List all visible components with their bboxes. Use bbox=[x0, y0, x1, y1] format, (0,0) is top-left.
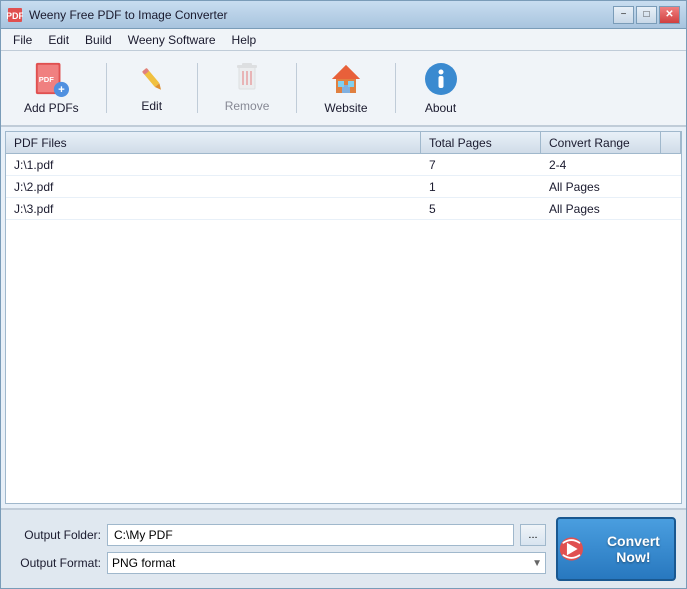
svg-text:+: + bbox=[58, 84, 65, 96]
menu-file[interactable]: File bbox=[5, 31, 40, 49]
output-format-row: Output Format: PNG format JPG format BMP… bbox=[11, 552, 546, 574]
close-button[interactable]: ✕ bbox=[659, 6, 680, 24]
file-table: PDF Files Total Pages Convert Range J:\1… bbox=[5, 131, 682, 504]
output-folder-label: Output Folder: bbox=[11, 528, 101, 542]
remove-label: Remove bbox=[225, 99, 270, 113]
minimize-button[interactable]: − bbox=[613, 6, 634, 24]
remove-button[interactable]: Remove bbox=[212, 56, 283, 120]
output-format-label: Output Format: bbox=[11, 556, 101, 570]
svg-text:PDF: PDF bbox=[39, 75, 55, 84]
menu-help[interactable]: Help bbox=[224, 31, 265, 49]
maximize-button[interactable]: □ bbox=[636, 6, 657, 24]
about-label: About bbox=[425, 101, 456, 115]
browse-button[interactable]: ... bbox=[520, 524, 546, 546]
pencil-icon bbox=[134, 63, 170, 95]
convert-button-label: Convert Now! bbox=[593, 533, 674, 565]
house-icon bbox=[328, 61, 364, 97]
table-row[interactable]: J:\3.pdf 5 All Pages bbox=[6, 198, 681, 220]
cell-file-1: J:\2.pdf bbox=[6, 176, 421, 197]
output-folder-row: Output Folder: ... bbox=[11, 524, 546, 546]
title-bar: PDF Weeny Free PDF to Image Converter − … bbox=[1, 1, 686, 29]
table-body: J:\1.pdf 7 2-4 J:\2.pdf 1 All Pages J:\3… bbox=[6, 154, 681, 503]
cell-pages-0: 7 bbox=[421, 154, 541, 175]
format-select[interactable]: PNG format JPG format BMP format GIF for… bbox=[107, 552, 546, 574]
about-button[interactable]: About bbox=[410, 56, 472, 120]
menu-build[interactable]: Build bbox=[77, 31, 120, 49]
cell-extra-1 bbox=[661, 176, 681, 197]
menu-weeny[interactable]: Weeny Software bbox=[120, 31, 224, 49]
menu-bar: File Edit Build Weeny Software Help bbox=[1, 29, 686, 51]
main-window: PDF Weeny Free PDF to Image Converter − … bbox=[0, 0, 687, 589]
format-select-wrapper: PNG format JPG format BMP format GIF for… bbox=[107, 552, 546, 574]
output-folder-input[interactable] bbox=[107, 524, 514, 546]
pdf-add-icon: PDF + bbox=[33, 61, 69, 97]
window-icon: PDF bbox=[7, 7, 23, 23]
cell-range-0: 2-4 bbox=[541, 154, 661, 175]
convert-button[interactable]: Convert Now! bbox=[556, 517, 676, 581]
content-area: PDF Files Total Pages Convert Range J:\1… bbox=[1, 127, 686, 508]
cell-extra-0 bbox=[661, 154, 681, 175]
cell-pages-1: 1 bbox=[421, 176, 541, 197]
cell-pages-2: 5 bbox=[421, 198, 541, 219]
edit-label: Edit bbox=[141, 99, 162, 113]
table-row[interactable]: J:\1.pdf 7 2-4 bbox=[6, 154, 681, 176]
add-pdfs-button[interactable]: PDF + Add PDFs bbox=[11, 56, 92, 120]
toolbar-sep-1 bbox=[106, 63, 107, 113]
window-controls: − □ ✕ bbox=[613, 6, 680, 24]
bottom-fields: Output Folder: ... Output Format: PNG fo… bbox=[11, 524, 546, 574]
website-button[interactable]: Website bbox=[311, 56, 380, 120]
toolbar-sep-2 bbox=[197, 63, 198, 113]
col-extra bbox=[661, 132, 681, 153]
col-pages: Total Pages bbox=[421, 132, 541, 153]
col-files: PDF Files bbox=[6, 132, 421, 153]
edit-button[interactable]: Edit bbox=[121, 56, 183, 120]
bottom-bar: Output Folder: ... Output Format: PNG fo… bbox=[1, 508, 686, 588]
cell-range-2: All Pages bbox=[541, 198, 661, 219]
svg-text:PDF: PDF bbox=[7, 11, 23, 21]
info-icon bbox=[423, 61, 459, 97]
col-range: Convert Range bbox=[541, 132, 661, 153]
window-title: Weeny Free PDF to Image Converter bbox=[29, 8, 613, 22]
cell-file-0: J:\1.pdf bbox=[6, 154, 421, 175]
cell-range-1: All Pages bbox=[541, 176, 661, 197]
toolbar-sep-4 bbox=[395, 63, 396, 113]
menu-edit[interactable]: Edit bbox=[40, 31, 77, 49]
remove-icon bbox=[229, 63, 265, 95]
toolbar: PDF + Add PDFs Edit bbox=[1, 51, 686, 127]
website-label: Website bbox=[324, 101, 367, 115]
table-header: PDF Files Total Pages Convert Range bbox=[6, 132, 681, 154]
cell-extra-2 bbox=[661, 198, 681, 219]
toolbar-sep-3 bbox=[296, 63, 297, 113]
cell-file-2: J:\3.pdf bbox=[6, 198, 421, 219]
convert-icon bbox=[558, 534, 585, 564]
add-pdfs-label: Add PDFs bbox=[24, 101, 79, 115]
table-row[interactable]: J:\2.pdf 1 All Pages bbox=[6, 176, 681, 198]
